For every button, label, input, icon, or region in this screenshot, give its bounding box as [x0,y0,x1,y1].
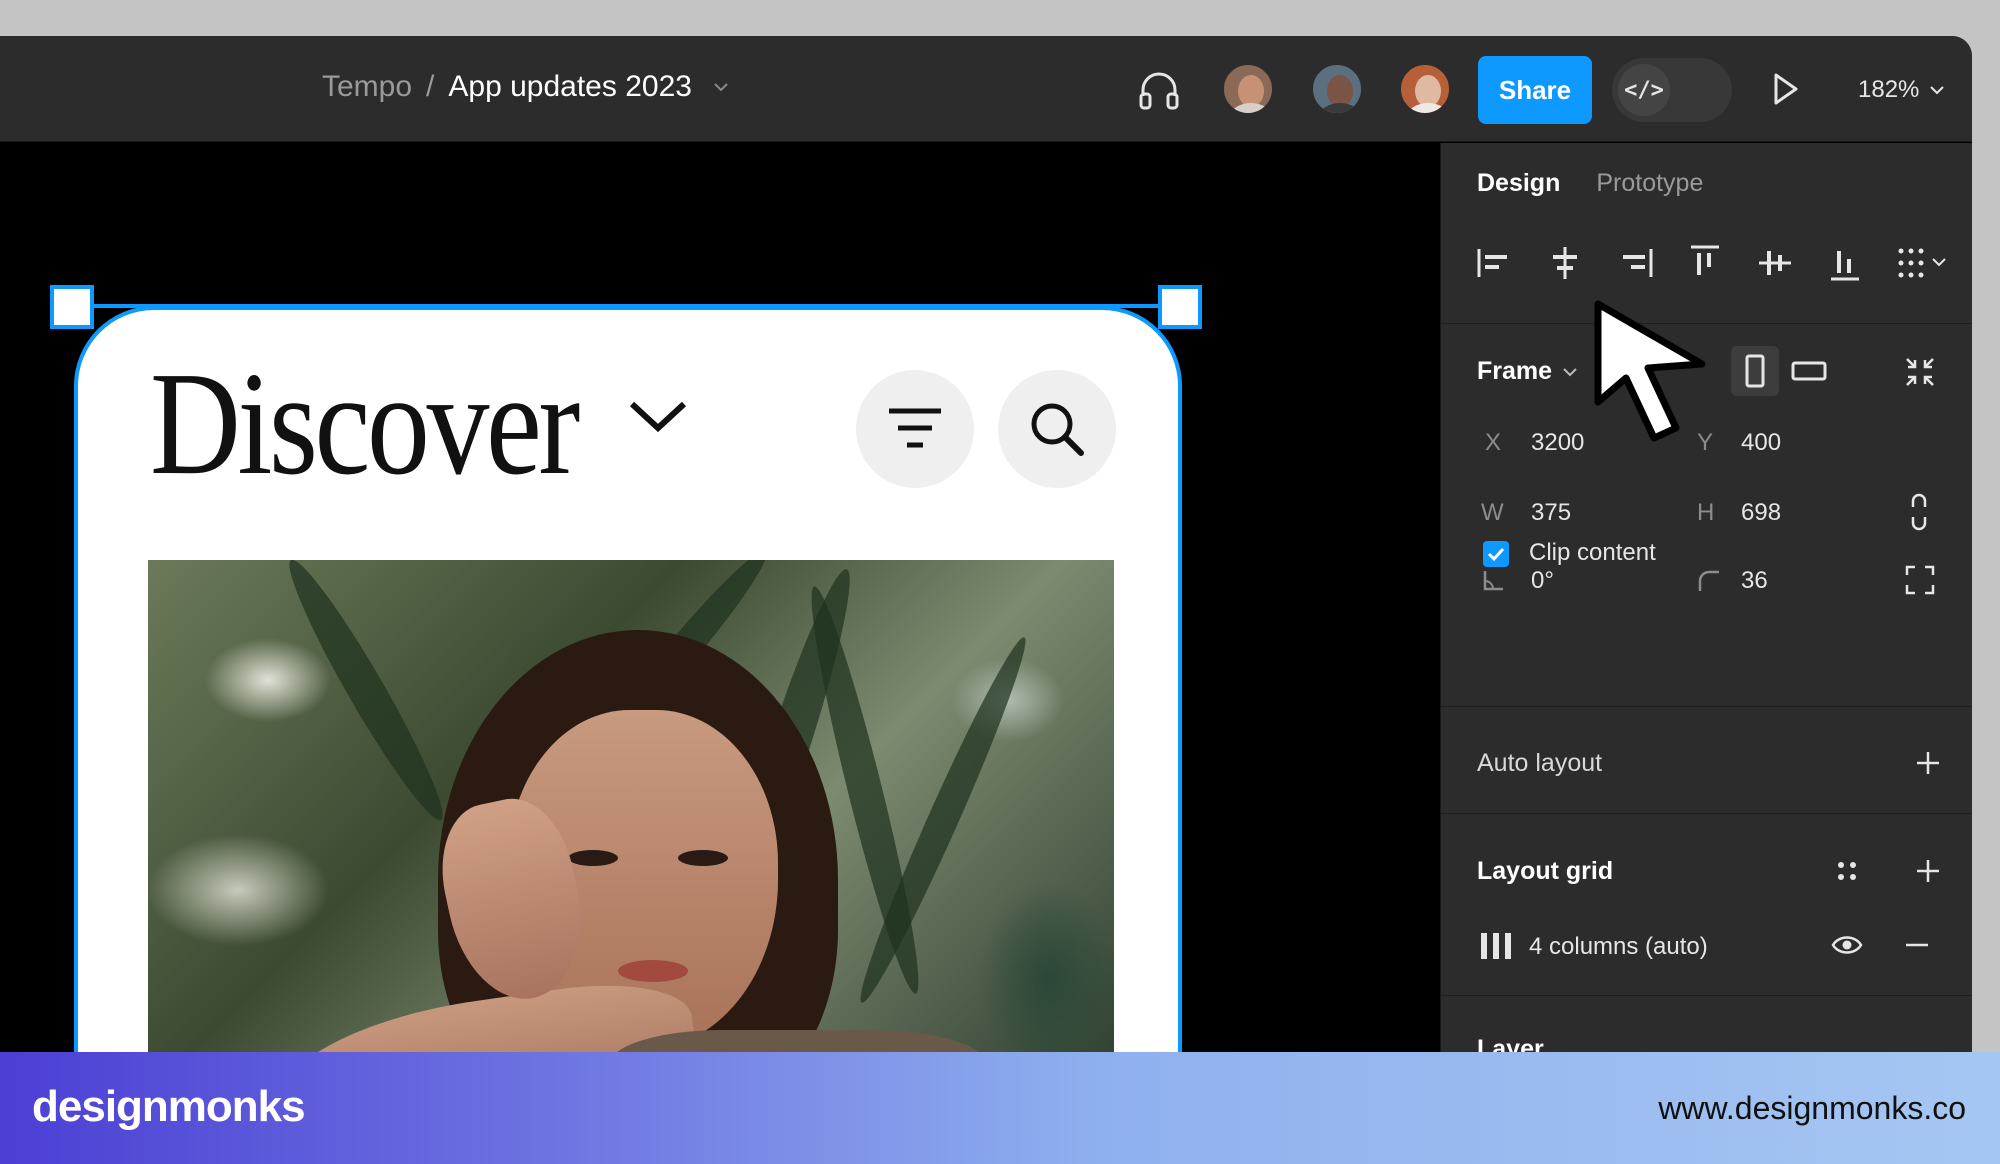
avatar[interactable] [1398,62,1452,116]
subject-eye [568,850,618,866]
chevron-down-icon [1563,367,1577,376]
w-label: W [1481,499,1504,526]
add-auto-layout-icon[interactable] [1914,749,1942,777]
constrain-proportions-icon[interactable] [1905,493,1933,531]
portrait-icon [1745,354,1765,388]
distribute-grid-icon[interactable] [1895,243,1951,283]
align-bottom-icon[interactable] [1825,243,1865,283]
subject-eye [678,850,728,866]
avatar[interactable] [1310,62,1364,116]
chevron-down-icon [1930,86,1945,95]
panel-tabs: Design Prototype [1477,169,1703,198]
layer-label: Layer [1477,1035,1544,1052]
align-left-icon[interactable] [1475,243,1515,283]
check-icon [1487,547,1505,562]
properties-panel: Design Prototype Frame X 3200 Y 400 W 37… [1440,143,1972,1052]
auto-layout-label: Auto layout [1477,749,1603,777]
selected-frame[interactable]: Discover [74,306,1182,1052]
avatar-body [1407,103,1449,113]
align-top-icon[interactable] [1685,243,1725,283]
design-canvas[interactable]: Discover [0,143,1440,1052]
search-button[interactable] [998,370,1116,488]
resize-to-fit-icon[interactable] [1903,355,1937,389]
avatar-body [1230,103,1272,113]
dev-mode-toggle[interactable]: </> [1612,58,1732,122]
frame-title: Discover [150,342,580,506]
clip-content-checkbox[interactable] [1483,541,1509,567]
tab-prototype[interactable]: Prototype [1596,169,1703,198]
grid-item-label[interactable]: 4 columns (auto) [1529,933,1708,961]
brand-website: www.designmonks.co [1658,1090,1966,1126]
align-horizontal-center-icon[interactable] [1545,243,1585,283]
y-input[interactable]: 400 [1741,429,1781,457]
landscape-icon [1791,361,1827,381]
layout-grid-label: Layout grid [1477,857,1614,885]
chevron-down-icon[interactable] [626,396,690,436]
breadcrumb-separator: / [426,70,435,103]
frame-type-dropdown[interactable]: Frame [1477,357,1578,386]
panel-divider [1441,706,1972,707]
dev-mode-icon: </> [1618,64,1670,116]
filter-button[interactable] [856,370,974,488]
align-right-icon[interactable] [1615,243,1655,283]
brand-logo: designmonks [32,1082,306,1131]
grid-styles-icon[interactable] [1833,857,1861,885]
panel-divider [1441,995,1972,996]
x-label: X [1485,429,1502,456]
remove-grid-icon[interactable] [1903,933,1931,957]
corner-radius-icon [1698,570,1719,591]
filter-icon [889,408,941,448]
rotation-input[interactable]: 0° [1531,567,1554,595]
search-icon [1031,403,1084,456]
height-input[interactable]: 698 [1741,499,1781,527]
selection-edge [72,304,1184,308]
frame-label: Frame [1477,357,1553,385]
resize-handle-top-right[interactable] [1158,285,1202,329]
eye-icon[interactable] [1831,933,1863,957]
chevron-down-icon[interactable] [712,81,730,93]
width-input[interactable]: 375 [1531,499,1571,527]
corner-radius-input[interactable]: 36 [1741,567,1768,595]
columns-grid-icon[interactable] [1479,931,1513,961]
resize-handle-top-left[interactable] [50,285,94,329]
hero-photo [148,560,1114,1052]
leaf [275,560,457,829]
share-button[interactable]: Share [1478,56,1592,124]
play-icon[interactable] [1772,72,1800,106]
alignment-toolbar [1475,243,1946,293]
portrait-orientation-button[interactable] [1731,346,1779,396]
mouse-cursor-icon [1594,300,1706,442]
landscape-orientation-button[interactable] [1785,346,1833,396]
headphones-icon[interactable] [1135,66,1183,114]
align-vertical-center-icon[interactable] [1755,243,1795,283]
zoom-value: 182% [1858,76,1920,103]
avatar-body [1319,103,1361,113]
figma-app-window: Tempo / App updates 2023 Share </> 182% … [0,36,1972,1052]
clip-content-label: Clip content [1529,539,1656,566]
subject-lips [618,960,688,982]
tab-design[interactable]: Design [1477,169,1560,198]
top-toolbar: Tempo / App updates 2023 Share </> 182% [0,36,1972,142]
x-input[interactable]: 3200 [1531,429,1584,457]
breadcrumb-file[interactable]: App updates 2023 [448,70,692,104]
panel-divider [1441,813,1972,814]
h-label: H [1697,499,1715,526]
independent-corners-icon[interactable] [1903,563,1937,597]
avatar[interactable] [1221,62,1275,116]
zoom-control[interactable]: 182% [1858,76,1945,104]
brand-banner: designmonks www.designmonks.co [0,1052,2000,1164]
add-layout-grid-icon[interactable] [1914,857,1942,885]
rotation-icon [1483,571,1503,591]
breadcrumb-team[interactable]: Tempo [322,70,412,104]
breadcrumb: Tempo / App updates 2023 [322,70,730,104]
